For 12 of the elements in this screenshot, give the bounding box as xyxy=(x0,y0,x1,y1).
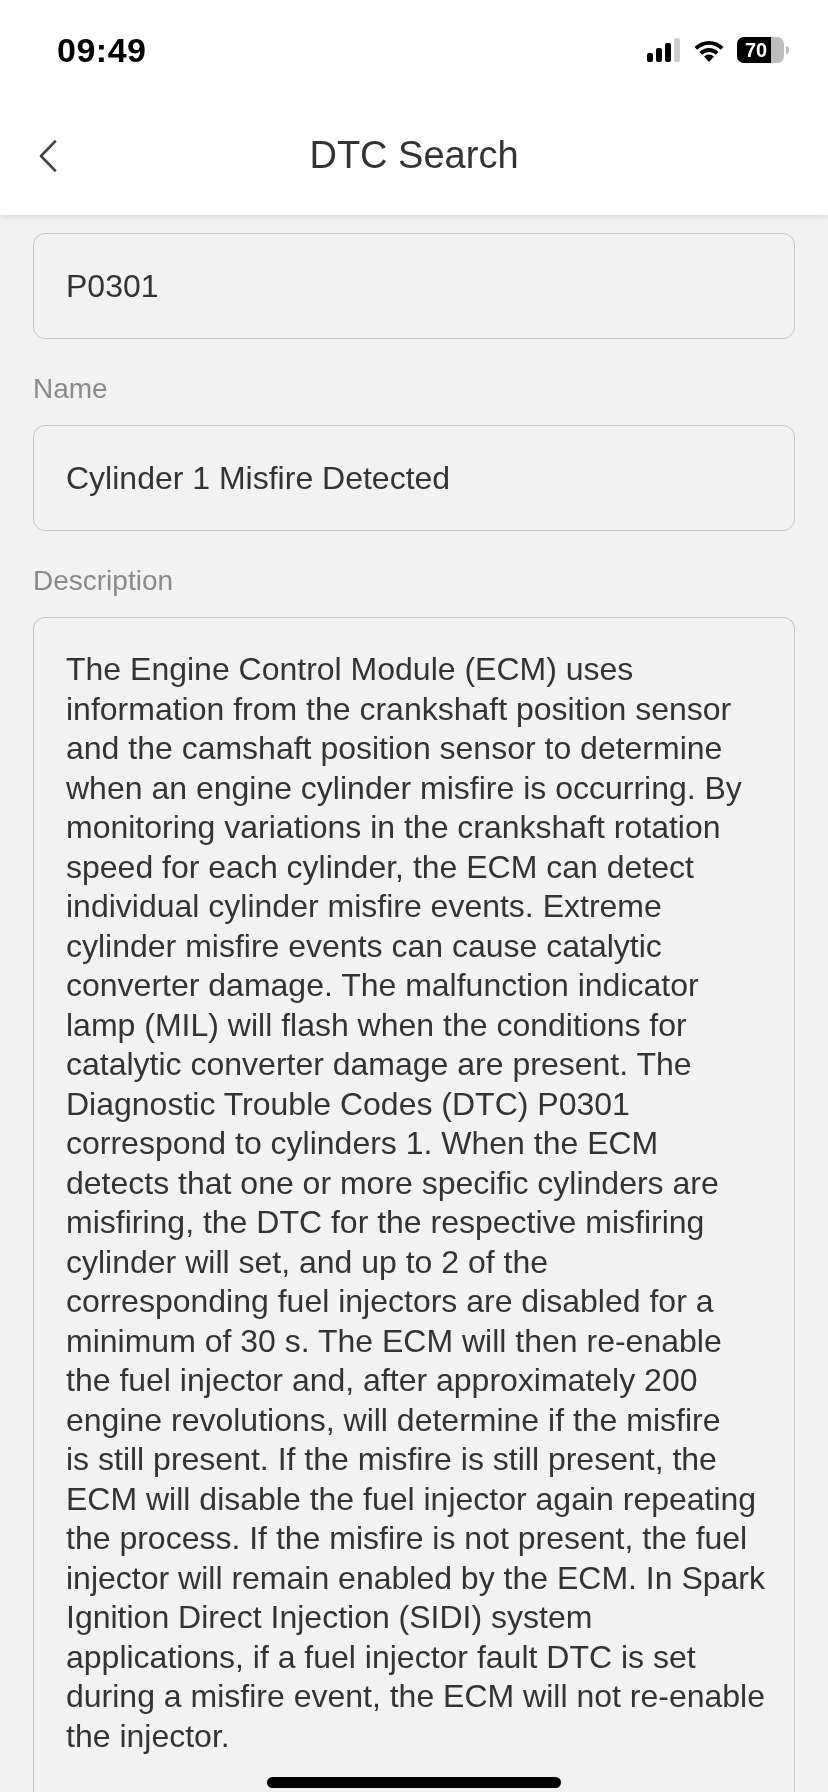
description-field[interactable]: The Engine Control Module (ECM) uses information from the crankshaft position sensor and the camshaft position sensor to determine when an engine cylinder misfire is occurring. By monitoring variations in the crankshaft rotation speed for each cylinder, the ECM can detect individual cylinder misfire events. Extreme cylinder misfire events can cause catalytic converter damage. The malfunction indicator lamp (MIL) will flash when the conditions for catalytic converter damage are present. The Diagnostic Trouble Codes (DTC) P0301 correspond to cylinders 1. When the ECM detects that one or more specific cylinders are misfiring, the DTC for the respective misfiring cylinder will set, and up to 2 of the corresponding fuel injectors are disabled for a minimum of 30 s. The ECM will then re-enable the fuel injector and, after approximately 200 engine revolutions, will determine if the misfire is still present. If the misfire is still present, the ECM will disable the fuel injector again repeating the process. If the misfire is not present, the fuel injector will remain enabled by the ECM. In Spark Ignition Direct Injection (SIDI) system applications, if a fuel injector fault DTC is set during a misfire event, the ECM will not re-enable the injector. xyxy=(33,617,795,1792)
status-time: 09:49 xyxy=(57,30,147,70)
signal-icon xyxy=(647,38,681,62)
page-title: DTC Search xyxy=(309,134,519,177)
battery-icon xyxy=(737,37,789,63)
name-field[interactable]: Cylinder 1 Misfire Detected xyxy=(33,425,795,531)
wifi-icon xyxy=(693,38,725,62)
field-label: Name xyxy=(33,372,108,406)
battery-percentage: 70 xyxy=(745,39,768,61)
field-label: Description xyxy=(33,564,174,598)
back-chevron-icon xyxy=(39,139,57,172)
code-field[interactable]: P0301 xyxy=(33,233,795,339)
